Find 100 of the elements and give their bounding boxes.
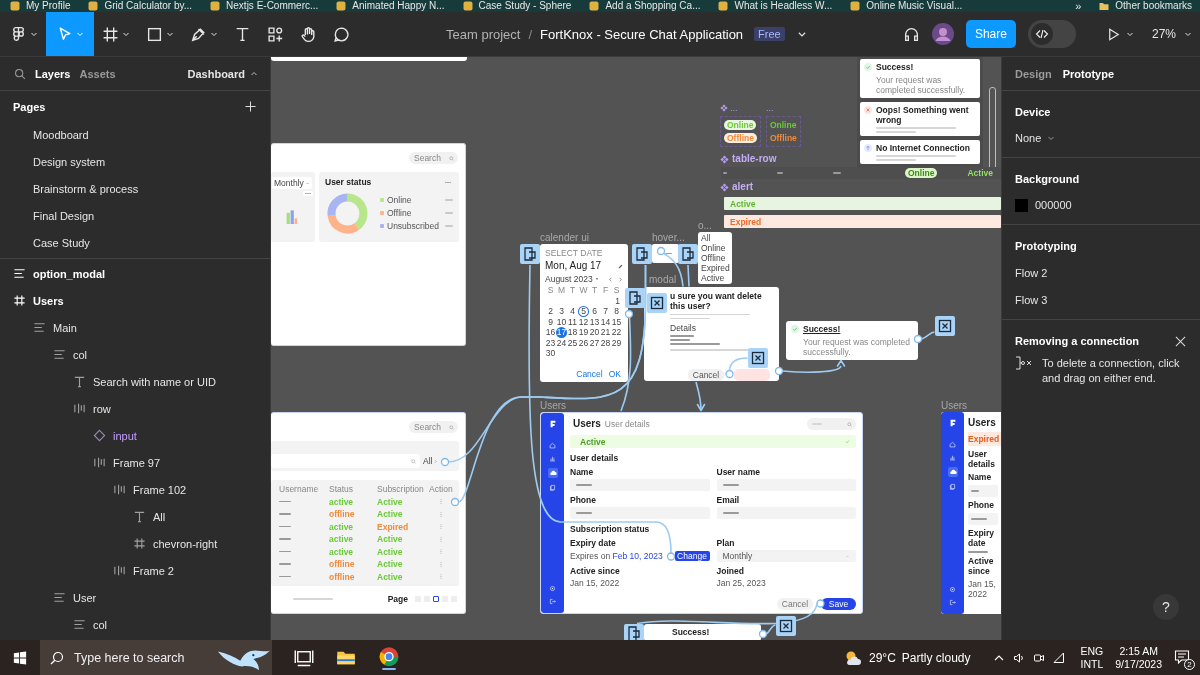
zoom-menu-button[interactable]: 27%: [1151, 27, 1192, 41]
calendar-day[interactable]: 14: [600, 316, 611, 327]
input-field[interactable]: [716, 479, 856, 491]
calendar-day[interactable]: 8: [611, 306, 622, 317]
calendar-day[interactable]: 18: [567, 327, 578, 338]
input-field[interactable]: [271, 454, 420, 468]
flow-item[interactable]: Flow 2: [1015, 259, 1188, 286]
input-field[interactable]: [716, 507, 856, 519]
calendar-day[interactable]: 7: [600, 306, 611, 317]
home-icon[interactable]: [549, 442, 556, 449]
layer-item[interactable]: input: [0, 422, 270, 449]
dialog-action-button[interactable]: Cancel: [576, 369, 603, 379]
bookmark-link[interactable]: Online Music Visual...: [850, 0, 963, 12]
calendar-day[interactable]: 9: [545, 316, 556, 327]
calendar-day[interactable]: 25: [567, 337, 578, 348]
calendar-day[interactable]: 28: [600, 337, 611, 348]
calendar-day[interactable]: 20: [589, 327, 600, 338]
copy-icon[interactable]: [549, 484, 556, 491]
component-label[interactable]: table-row: [720, 153, 777, 165]
layer-item[interactable]: col: [0, 341, 270, 368]
layer-item[interactable]: Frame 102: [0, 476, 270, 503]
calendar-day[interactable]: 4: [567, 306, 578, 317]
input-field[interactable]: [570, 479, 710, 491]
calendar-day[interactable]: 13: [589, 316, 600, 327]
copy-icon[interactable]: [949, 483, 956, 490]
calendar-day[interactable]: 21: [600, 327, 611, 338]
calendar-day[interactable]: 2: [545, 306, 556, 317]
chevron-right-icon[interactable]: [618, 276, 623, 282]
bookmark-link[interactable]: What is Headless W...: [718, 0, 833, 12]
month-selector[interactable]: August 2023: [545, 274, 593, 284]
device-icon[interactable]: [632, 244, 652, 264]
bookmark-link[interactable]: Case Study - Sphere: [462, 0, 572, 12]
network-icon[interactable]: [1052, 651, 1065, 664]
device-icon[interactable]: [624, 624, 644, 640]
windows-start-icon[interactable]: [13, 650, 27, 665]
calendar-day[interactable]: 30: [545, 348, 556, 359]
device-icon[interactable]: [520, 244, 540, 264]
dropdown-option[interactable]: Expired: [701, 263, 729, 273]
connector[interactable]: [620, 309, 634, 412]
chart-icon[interactable]: [549, 455, 556, 462]
search-icon[interactable]: [14, 67, 26, 80]
calendar-day[interactable]: 24: [556, 337, 567, 348]
camera-icon[interactable]: [1032, 651, 1045, 664]
close-icon[interactable]: [748, 348, 768, 368]
close-icon[interactable]: [776, 616, 796, 636]
settings-icon[interactable]: [549, 585, 556, 592]
calendar-day[interactable]: 6: [589, 306, 600, 317]
close-icon[interactable]: [647, 293, 667, 313]
calendar-day[interactable]: 16: [545, 327, 556, 338]
logout-icon[interactable]: [949, 599, 956, 606]
browser-icon[interactable]: [378, 645, 400, 670]
temperature-text[interactable]: 29°C: [869, 650, 896, 665]
pencil-icon[interactable]: [618, 263, 623, 269]
caret-icon[interactable]: [796, 29, 807, 39]
cancel-button[interactable]: Cancel: [688, 368, 724, 381]
design-canvas[interactable]: [271, 57, 1001, 640]
speaker-icon[interactable]: [1012, 651, 1025, 664]
layer-item[interactable]: Frame 97: [0, 449, 270, 476]
panel-tab[interactable]: Assets: [79, 67, 116, 80]
dialog-action-button[interactable]: OK: [608, 369, 621, 379]
bookmark-link[interactable]: Grid Calculator by...: [88, 0, 193, 12]
notification-icon[interactable]: [1174, 648, 1190, 665]
connector[interactable]: [913, 331, 936, 344]
component-label[interactable]: alert: [720, 181, 754, 193]
page-item[interactable]: Brainstorm & process: [0, 176, 270, 203]
layer-item[interactable]: Users: [0, 287, 270, 314]
panel-tab[interactable]: Layers: [35, 67, 71, 80]
layer-item[interactable]: option_modal: [0, 260, 270, 287]
calendar-day[interactable]: 19: [578, 327, 589, 338]
headphones-icon[interactable]: [902, 25, 920, 43]
calendar-day[interactable]: 10: [556, 316, 567, 327]
calendar-day[interactable]: 12: [578, 316, 589, 327]
bookmark-link[interactable]: My Profile: [10, 0, 71, 12]
dropdown-option[interactable]: All: [701, 233, 729, 243]
calendar-day[interactable]: 1: [612, 295, 623, 306]
weather-text[interactable]: Partly cloudy: [901, 650, 971, 665]
logout-icon[interactable]: [549, 598, 556, 605]
dropdown-option[interactable]: Active: [701, 273, 729, 283]
dropdown-option[interactable]: Online: [701, 243, 729, 253]
layer-item[interactable]: All: [0, 503, 270, 530]
help-button[interactable]: ?: [1153, 594, 1179, 620]
calendar-day[interactable]: 22: [611, 327, 622, 338]
filter-dropdown[interactable]: All: [423, 456, 439, 466]
more-bookmarks-button[interactable]: »: [1075, 0, 1082, 12]
chevron-left-icon[interactable]: [608, 276, 613, 282]
page-item[interactable]: Case Study: [0, 230, 270, 257]
layer-item[interactable]: Frame 2: [0, 557, 270, 584]
bookmark-link[interactable]: Animated Happy N...: [336, 0, 445, 12]
team-link[interactable]: Team project: [446, 26, 521, 42]
color-swatch[interactable]: [1015, 198, 1028, 212]
calendar-day[interactable]: 27: [589, 337, 600, 348]
page-item[interactable]: Final Design: [0, 203, 270, 230]
input-field[interactable]: [968, 513, 998, 525]
settings-icon[interactable]: [949, 586, 956, 593]
save-button[interactable]: Save: [821, 598, 856, 610]
connector[interactable]: [636, 599, 825, 625]
close-icon[interactable]: [1175, 335, 1186, 347]
file-name[interactable]: FortKnox - Secure Chat Application: [540, 26, 744, 42]
page-item[interactable]: Design system: [0, 149, 270, 176]
search-field[interactable]: [807, 418, 856, 430]
